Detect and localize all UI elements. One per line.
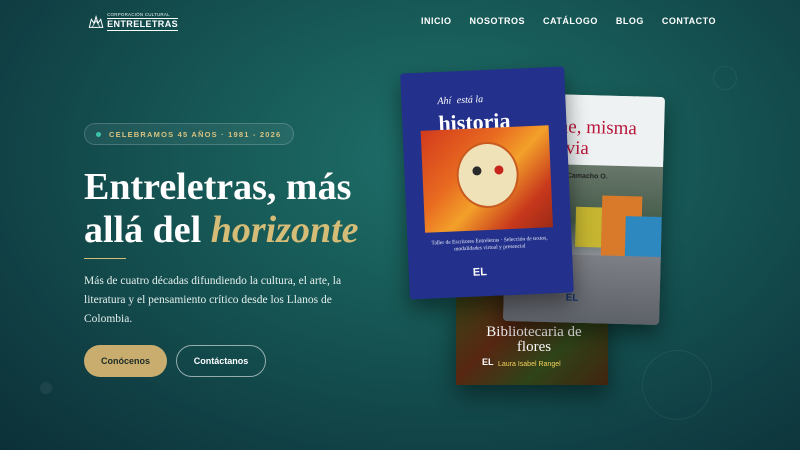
decor-ring	[642, 350, 712, 420]
badge-dot-icon	[96, 131, 101, 137]
nav-item-nosotros[interactable]: NOSOTROS	[469, 16, 525, 26]
nav-item-catalogo[interactable]: CATÁLOGO	[543, 16, 598, 26]
cover-artwork	[420, 125, 553, 233]
nav-item-inicio[interactable]: INICIO	[421, 16, 452, 26]
logo-small-text: CORPORACIÓN CULTURAL	[107, 11, 170, 17]
book-cover-ahi-esta-la-historia[interactable]: Ahí está la historia Taller de Escritore…	[400, 66, 574, 300]
main-menu: INICIO NOSOTROS CATÁLOGO BLOG CONTACTO	[421, 16, 716, 26]
book-title: Bibliotecaria de flores	[486, 324, 582, 355]
top-navigation: CORPORACIÓN CULTURAL ENTRELETRAS INICIO …	[0, 0, 800, 44]
cover-eye	[494, 165, 504, 175]
decor-ring	[713, 66, 737, 90]
crown-logo-icon	[88, 14, 104, 28]
book-subtitle: Taller de Escritores Entreletras · Selec…	[431, 235, 548, 253]
logo-big-text: ENTRELETRAS	[107, 18, 178, 32]
book-title-small: está la	[456, 94, 484, 107]
badge-text: CELEBRAMOS 45 AÑOS · 1981 - 2026	[109, 129, 282, 139]
nav-item-contacto[interactable]: CONTACTO	[662, 16, 716, 26]
hero-title-highlight: horizonte	[210, 209, 359, 251]
publisher-logo: EL	[482, 357, 494, 367]
publisher-logo: EL	[472, 266, 488, 279]
anniversary-badge: CELEBRAMOS 45 AÑOS · 1981 - 2026	[84, 123, 294, 145]
conocenos-button[interactable]: Conócenos	[84, 345, 167, 377]
book-author: Laura Isabel Rangel	[498, 361, 561, 368]
book-author: Camacho O.	[566, 172, 608, 181]
nav-item-blog[interactable]: BLOG	[616, 16, 644, 26]
cover-eye	[472, 166, 482, 176]
cover-face	[455, 140, 521, 210]
decor-dot	[40, 382, 52, 394]
hero-description: Más de cuatro décadas difundiendo la cul…	[84, 275, 342, 325]
cover-house	[624, 216, 662, 263]
contactanos-button[interactable]: Contáctanos	[176, 345, 266, 377]
hero-title: Entreletras, más allá del horizonte	[84, 166, 394, 252]
title-divider	[84, 258, 126, 259]
site-logo[interactable]: CORPORACIÓN CULTURAL ENTRELETRAS	[88, 10, 178, 34]
publisher-logo: EL	[565, 292, 579, 304]
book-title-line1: Ahí	[437, 95, 452, 108]
